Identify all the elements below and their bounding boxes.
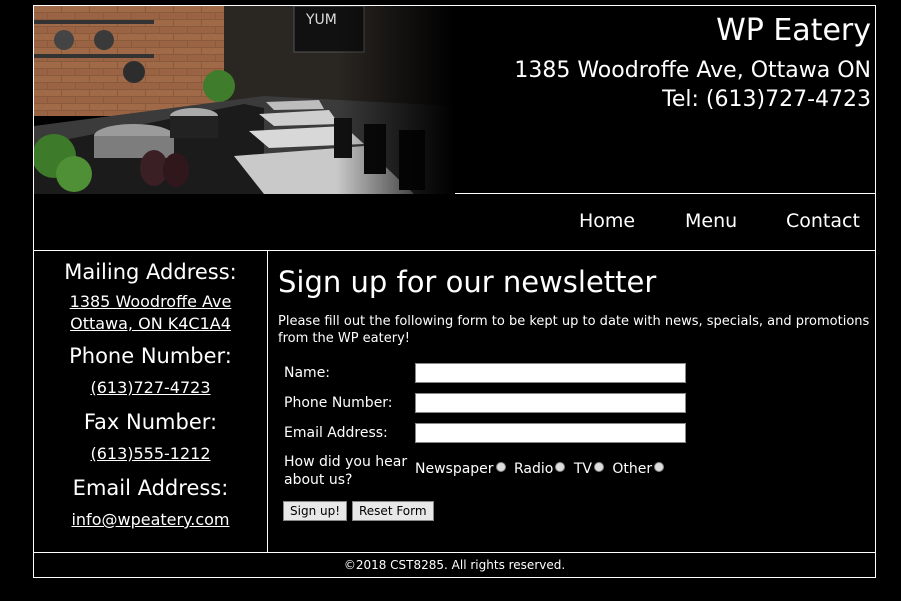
nav-menu-link[interactable]: Menu	[685, 210, 737, 232]
name-input[interactable]	[415, 363, 686, 383]
hero-image: YUM	[34, 6, 454, 194]
phone-number-input[interactable]	[415, 393, 686, 413]
newsletter-intro: Please fill out the following form to be…	[278, 314, 870, 346]
header-phone: Tel: (613)727-4723	[662, 87, 871, 112]
radio-button-icon[interactable]	[654, 462, 665, 472]
phone-number-link[interactable]: (613)727-4723	[34, 377, 267, 399]
radio-button-icon[interactable]	[555, 462, 566, 472]
copyright-text: ©2018 CST8285. All rights reserved.	[343, 558, 566, 572]
site-header: YUM WP Eatery 1385 Woodroffe Ave, Ottawa…	[34, 6, 875, 194]
page-container: YUM WP Eatery 1385 Woodroffe Ave, Ottawa…	[33, 5, 876, 578]
radio-tv[interactable]: TV	[574, 461, 604, 477]
referral-radio-group: Newspaper Radio TV Other	[415, 461, 668, 477]
radio-newspaper-label: Newspaper	[415, 461, 494, 477]
radio-radio-label: Radio	[514, 461, 554, 477]
mailing-address-line2[interactable]: Ottawa, ON K4C1A4	[34, 313, 267, 335]
kitchen-photo: YUM	[34, 6, 454, 194]
site-footer: ©2018 CST8285. All rights reserved.	[34, 552, 875, 577]
contact-sidebar: Mailing Address: 1385 Woodroffe Ave Otta…	[34, 251, 268, 552]
email-address-input[interactable]	[415, 423, 686, 443]
radio-other-label: Other	[612, 461, 653, 477]
fax-number-heading: Fax Number:	[83, 410, 218, 434]
site-title: WP Eatery	[716, 13, 871, 48]
phone-number-heading: Phone Number:	[69, 344, 232, 368]
radio-radio[interactable]: Radio	[514, 461, 566, 477]
header-info: WP Eatery 1385 Woodroffe Ave, Ottawa ON …	[514, 12, 871, 114]
fax-number-link[interactable]: (613)555-1212	[34, 443, 267, 465]
radio-tv-label: TV	[573, 461, 592, 477]
hero-sign-text: YUM	[305, 12, 337, 28]
newsletter-title: Sign up for our newsletter	[278, 265, 657, 299]
newsletter-section: Sign up for our newsletter Please fill o…	[278, 251, 874, 552]
radio-button-icon[interactable]	[495, 462, 506, 472]
radio-button-icon[interactable]	[593, 462, 604, 472]
hear-about-label-line2: about us?	[284, 472, 353, 488]
reset-form-button[interactable]: Reset Form	[352, 501, 434, 521]
phone-number-label: Phone Number:	[284, 395, 393, 411]
header-address: 1385 Woodroffe Ave, Ottawa ON	[514, 58, 871, 83]
sign-up-button[interactable]: Sign up!	[283, 501, 348, 521]
mailing-address-line1[interactable]: 1385 Woodroffe Ave	[34, 291, 267, 313]
email-address-heading: Email Address:	[72, 476, 229, 500]
nav-home-link[interactable]: Home	[579, 210, 635, 232]
main-nav: Home Menu Contact	[34, 194, 875, 251]
hear-about-label-line1: How did you hear	[284, 454, 408, 470]
nav-contact-link[interactable]: Contact	[786, 210, 860, 232]
name-label: Name:	[284, 365, 331, 381]
email-address-link[interactable]: info@wpeatery.com	[34, 509, 267, 531]
mailing-address-heading: Mailing Address:	[64, 260, 237, 284]
radio-newspaper[interactable]: Newspaper	[415, 461, 506, 477]
radio-other[interactable]: Other	[612, 461, 665, 477]
email-address-label: Email Address:	[284, 425, 388, 441]
